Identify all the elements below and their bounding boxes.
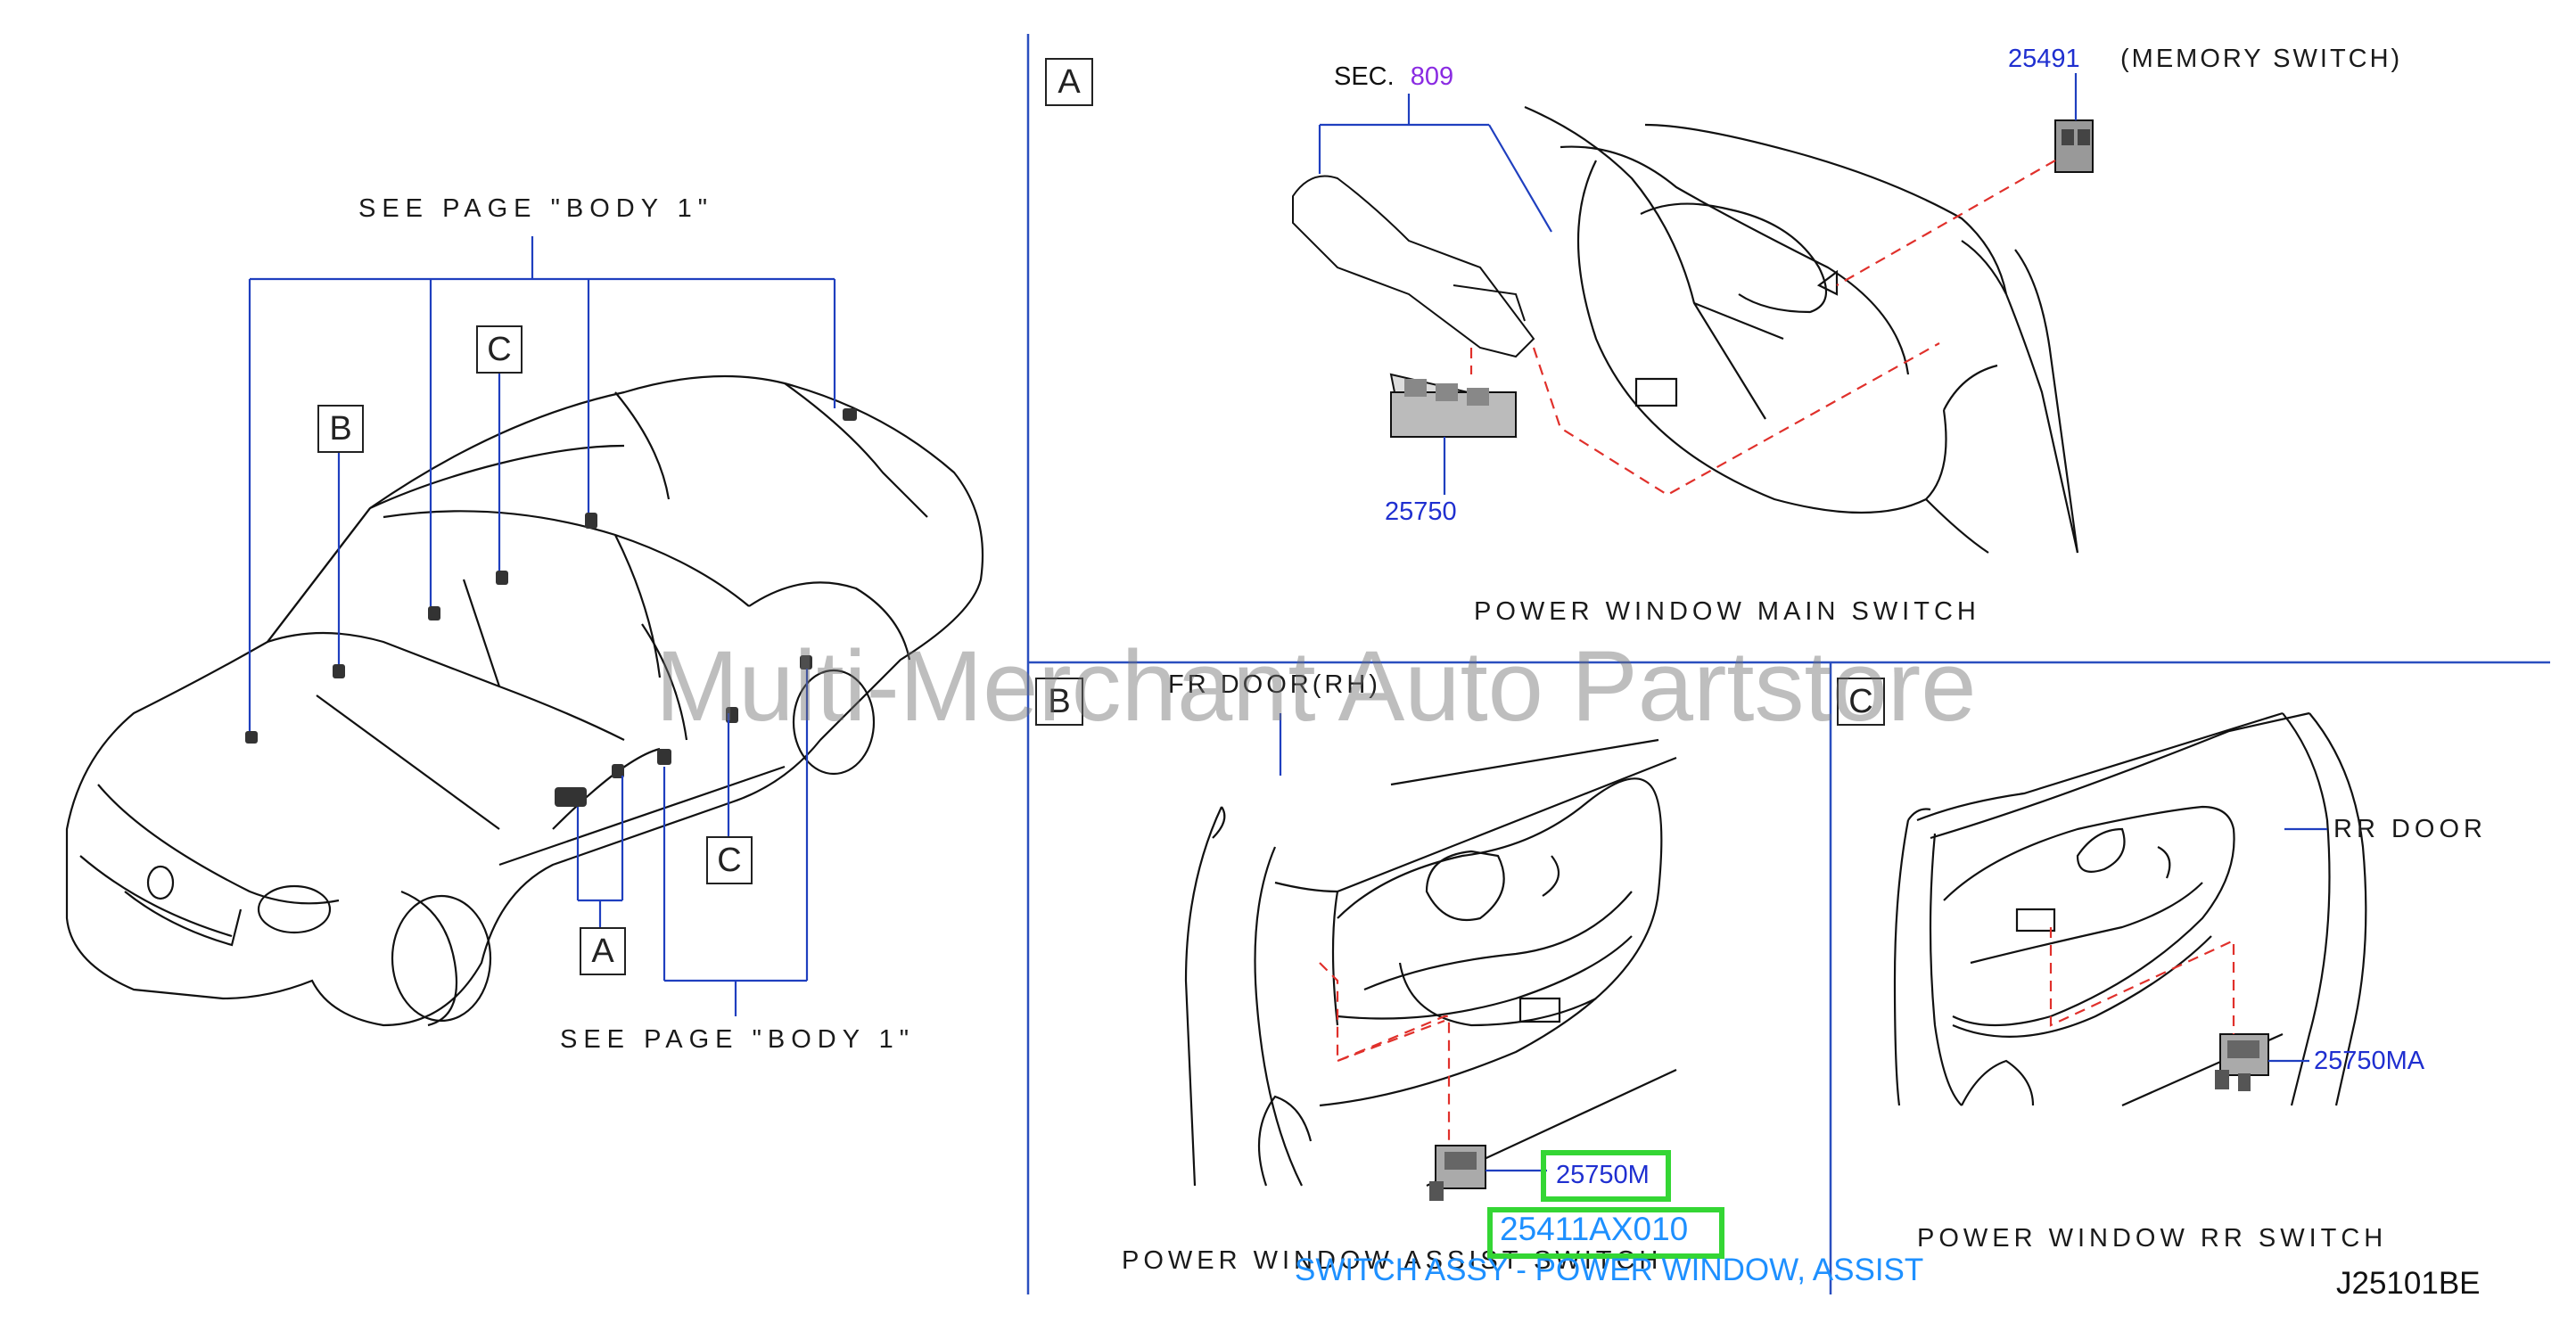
car-leader-lines xyxy=(248,236,836,1016)
callout-b: B xyxy=(317,405,364,453)
part-25750ma-link[interactable]: 25750MA xyxy=(2314,1047,2424,1076)
sec-number-link[interactable]: 809 xyxy=(1411,62,1453,91)
car-switch-markers xyxy=(245,408,857,807)
part-25750-link[interactable]: 25750 xyxy=(1385,497,1457,527)
part-25491-link[interactable]: 25491 xyxy=(2008,45,2080,74)
callout-c-upper: C xyxy=(476,325,523,374)
rr-door-label: RR DOOR xyxy=(2333,815,2487,843)
panel-a-memory-switch xyxy=(2054,119,2094,173)
panel-b-assist-switch xyxy=(1429,1145,1486,1201)
panel-a-main-switch xyxy=(1389,373,1518,439)
see-page-body1-bottom: SEE PAGE "BODY 1" xyxy=(560,1025,916,1054)
callout-a: A xyxy=(580,927,626,975)
panel-b-door-art xyxy=(1184,738,1677,1187)
panel-a-label: A xyxy=(1045,58,1093,106)
memory-switch-desc: (MEMORY SWITCH) xyxy=(2120,45,2403,73)
sec-prefix: SEC. xyxy=(1334,62,1395,91)
panel-c-dashed xyxy=(2049,927,2235,1034)
sec-reference[interactable]: SEC. 809 xyxy=(1334,62,1453,92)
panel-b-leaders xyxy=(1279,713,1547,1172)
watermark-text: Multi-Merchant Auto Partstore xyxy=(655,630,1977,742)
see-page-body1-top: SEE PAGE "BODY 1" xyxy=(358,194,714,223)
panel-b-dashed xyxy=(1319,962,1451,1141)
oem-part-description: SWITCH ASSY - POWER WINDOW, ASSIST xyxy=(1295,1253,1924,1287)
panel-c-rr-switch xyxy=(2215,1033,2269,1091)
panel-c-leaders xyxy=(2268,827,2327,1063)
panel-c-title: POWER WINDOW RR SWITCH xyxy=(1917,1224,2388,1253)
panel-a-title: POWER WINDOW MAIN SWITCH xyxy=(1474,597,1980,626)
oem-part-number-link[interactable]: 25411AX010 xyxy=(1500,1211,1688,1248)
part-25750m-link[interactable]: 25750M xyxy=(1556,1161,1650,1190)
parts-diagram: SEE PAGE "BODY 1" SEE PAGE "BODY 1" B C … xyxy=(0,0,2576,1323)
diagram-code: J25101BE xyxy=(2336,1266,2481,1301)
panel-c-door-art xyxy=(1893,711,2367,1107)
panel-a-door-art xyxy=(1524,105,2079,554)
panel-a-bezel xyxy=(1292,175,1535,358)
panel-a-dashed xyxy=(1469,160,2056,497)
callout-c-lower: C xyxy=(706,836,753,884)
